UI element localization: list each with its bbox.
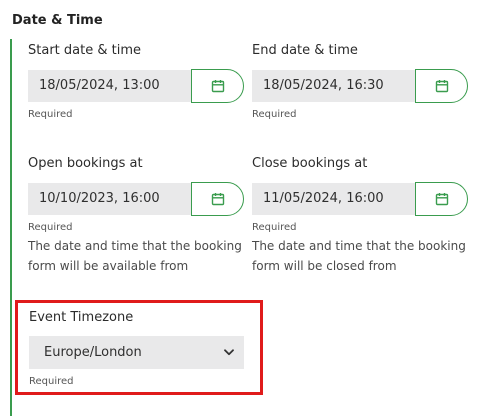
calendar-icon <box>435 79 449 93</box>
start-datetime-label: Start date & time <box>28 43 141 58</box>
open-bookings-description: The date and time that the booking form … <box>28 239 242 273</box>
close-bookings-calendar-button[interactable] <box>415 182 468 216</box>
chevron-down-icon <box>224 349 234 356</box>
end-datetime-label: End date & time <box>252 43 358 58</box>
open-bookings-calendar-button[interactable] <box>191 182 244 216</box>
timezone-selected-value: Europe/London <box>44 345 142 360</box>
start-datetime-field: 18/05/2024, 13:00 <box>28 69 244 103</box>
close-bookings-field: 11/05/2024, 16:00 <box>252 182 468 216</box>
section-left-rule <box>10 39 12 416</box>
end-calendar-button[interactable] <box>415 69 468 103</box>
open-bookings-field: 10/10/2023, 16:00 <box>28 182 244 216</box>
section-title: Date & Time <box>12 13 103 28</box>
close-bookings-input[interactable]: 11/05/2024, 16:00 <box>252 183 415 215</box>
timezone-label: Event Timezone <box>29 310 134 325</box>
timezone-required-hint: Required <box>29 376 74 387</box>
start-datetime-required-hint: Required <box>28 109 73 120</box>
calendar-icon <box>211 192 225 206</box>
close-bookings-description: The date and time that the booking form … <box>252 239 466 273</box>
close-bookings-required-hint: Required <box>252 222 297 233</box>
end-datetime-field: 18/05/2024, 16:30 <box>252 69 468 103</box>
end-datetime-input[interactable]: 18/05/2024, 16:30 <box>252 70 415 102</box>
timezone-select[interactable]: Europe/London <box>29 336 244 369</box>
end-datetime-required-hint: Required <box>252 109 297 120</box>
start-datetime-input[interactable]: 18/05/2024, 13:00 <box>28 70 191 102</box>
start-calendar-button[interactable] <box>191 69 244 103</box>
calendar-icon <box>211 79 225 93</box>
open-bookings-input[interactable]: 10/10/2023, 16:00 <box>28 183 191 215</box>
open-bookings-label: Open bookings at <box>28 156 143 171</box>
close-bookings-label: Close bookings at <box>252 156 368 171</box>
open-bookings-required-hint: Required <box>28 222 73 233</box>
calendar-icon <box>435 192 449 206</box>
